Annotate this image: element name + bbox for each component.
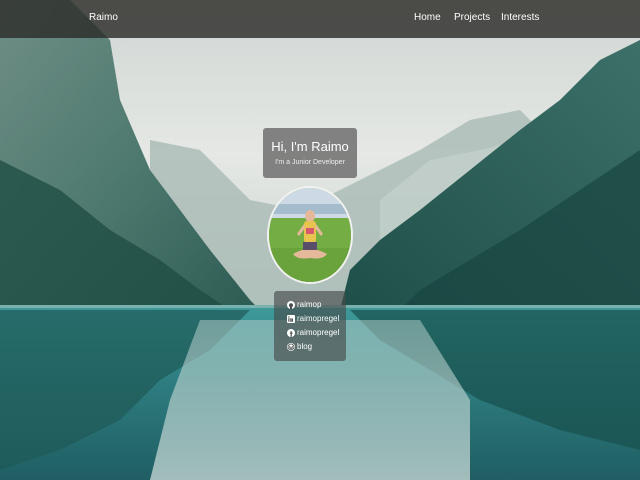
brand-link[interactable]: Raimo	[89, 12, 118, 23]
hero-title: Hi, I'm Raimo	[271, 139, 349, 154]
avatar	[267, 186, 353, 284]
social-link-github[interactable]: raimop	[287, 300, 321, 309]
social-label-linkedin: raimopregel	[297, 314, 340, 323]
nav-link-interests[interactable]: Interests	[501, 12, 539, 23]
nav-link-home[interactable]: Home	[414, 12, 441, 23]
github-icon	[287, 300, 295, 309]
linkedin-icon	[287, 314, 295, 323]
hero-subtitle: I'm a Junior Developer	[275, 159, 345, 166]
social-links-card: raimop raimopregel raimopregel blog	[274, 291, 346, 361]
social-link-linkedin[interactable]: raimopregel	[287, 314, 339, 323]
hero-card: Hi, I'm Raimo I'm a Junior Developer	[263, 128, 357, 178]
nav-link-projects[interactable]: Projects	[454, 12, 490, 23]
social-label-facebook: raimopregel	[297, 328, 340, 337]
facebook-icon	[287, 328, 295, 337]
social-link-facebook[interactable]: raimopregel	[287, 328, 339, 337]
social-link-blog[interactable]: blog	[287, 342, 312, 351]
wordpress-icon	[287, 342, 295, 351]
social-label-blog: blog	[297, 342, 313, 351]
avatar-photo	[269, 188, 351, 282]
social-label-github: raimop	[297, 300, 322, 309]
navbar: Raimo Home Projects Interests	[0, 0, 640, 38]
